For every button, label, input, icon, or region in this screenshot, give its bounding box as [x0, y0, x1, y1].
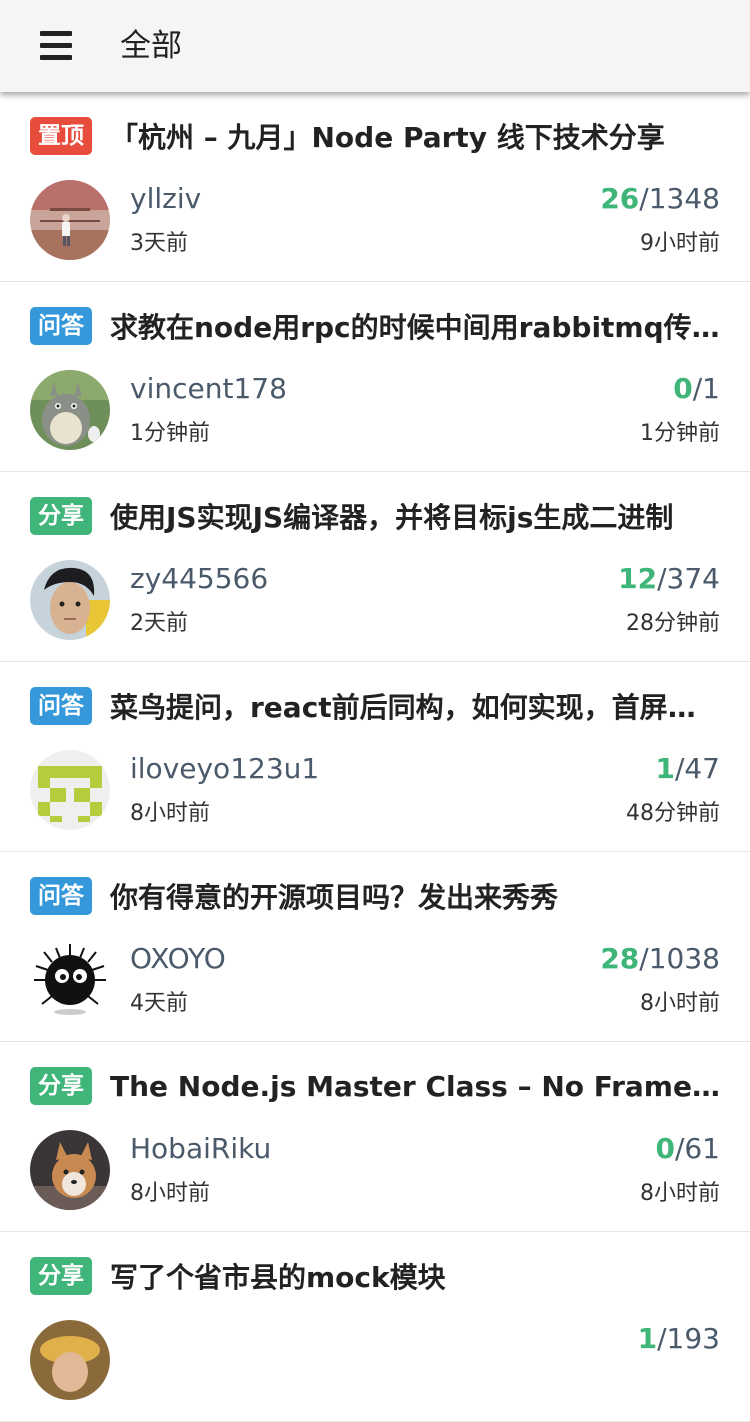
hamburger-icon: [40, 31, 72, 60]
topic-title-row: 问答 菜鸟提问，react前后同构，如何实现，首屏渲染的问题: [30, 686, 720, 726]
visit-count: /374: [657, 562, 720, 595]
author-name[interactable]: yllziv: [130, 182, 201, 215]
dog-photo-avatar-icon: [30, 1130, 110, 1210]
visit-count: /1038: [639, 942, 720, 975]
reply-count: 1: [655, 752, 675, 785]
reply-visit-count: 0/1: [673, 372, 720, 405]
last-reply-time: 48分钟前: [626, 801, 720, 826]
visit-count: /1: [692, 372, 720, 405]
reply-count: 12: [618, 562, 658, 595]
reply-visit-count: 12/374: [618, 562, 720, 595]
topic-title-row: 分享 写了个省市县的mock模块: [30, 1256, 720, 1296]
topic-title[interactable]: The Node.js Master Class – No Frameworks…: [110, 1070, 720, 1103]
top-bar: 全部: [0, 0, 750, 92]
reply-count: 1: [637, 1322, 658, 1355]
avatar[interactable]: [30, 940, 110, 1020]
tag-badge-share: 分享: [30, 1067, 92, 1105]
topic-title-row: 分享 使用JS实现JS编译器，并将目标js生成二进制: [30, 496, 720, 536]
visit-count: /47: [674, 752, 720, 785]
created-time: 8小时前: [130, 1181, 210, 1206]
topic-item[interactable]: 分享 使用JS实现JS编译器，并将目标js生成二进制 zy445566 2天前 …: [0, 472, 750, 662]
tag-badge-ask: 问答: [30, 307, 92, 345]
tag-badge-share: 分享: [30, 1257, 92, 1295]
created-time: 2天前: [130, 611, 188, 636]
tag-badge-share: 分享: [30, 497, 92, 535]
topic-title-row: 置顶 「杭州 – 九月」Node Party 线下技术分享: [30, 116, 720, 156]
reply-visit-count: 1/193: [638, 1322, 720, 1355]
reply-count: 0: [673, 372, 693, 405]
topic-title-row: 分享 The Node.js Master Class – No Framewo…: [30, 1066, 720, 1106]
last-reply-time: 9小时前: [640, 231, 720, 256]
avatar[interactable]: [30, 750, 110, 830]
author-name[interactable]: zy445566: [130, 562, 268, 595]
totoro-avatar-icon: [30, 370, 110, 450]
soot-sprite-avatar-icon: [30, 940, 110, 1020]
last-reply-time: 1分钟前: [640, 421, 720, 446]
topic-title-row: 问答 求教在node用rpc的时候中间用rabbitmq传递数据的问题: [30, 306, 720, 346]
created-time: 1分钟前: [130, 421, 210, 446]
author-name[interactable]: vincent178: [130, 372, 287, 405]
avatar[interactable]: [30, 370, 110, 450]
reply-visit-count: 26/1348: [600, 182, 720, 215]
topic-item[interactable]: 问答 菜鸟提问，react前后同构，如何实现，首屏渲染的问题 iloveyo12…: [0, 662, 750, 852]
topic-title[interactable]: 菜鸟提问，react前后同构，如何实现，首屏渲染的问题: [110, 686, 720, 726]
author-name[interactable]: HobaiRiku: [130, 1132, 271, 1165]
topic-title[interactable]: 求教在node用rpc的时候中间用rabbitmq传递数据的问题: [110, 306, 720, 346]
created-time: 8小时前: [130, 801, 210, 826]
avatar[interactable]: [30, 180, 110, 260]
topic-item[interactable]: 分享 写了个省市县的mock模块 1/193: [0, 1232, 750, 1422]
topic-item[interactable]: 分享 The Node.js Master Class – No Framewo…: [0, 1042, 750, 1232]
user-photo-icon: [30, 1320, 110, 1400]
author-name[interactable]: OXOYO: [130, 942, 226, 975]
reply-visit-count: 1/47: [655, 752, 720, 785]
reply-count: 26: [600, 182, 640, 215]
tag-badge-ask: 问答: [30, 687, 92, 725]
author-name[interactable]: iloveyo123u1: [130, 752, 319, 785]
reply-visit-count: 0/61: [655, 1132, 720, 1165]
reply-visit-count: 28/1038: [600, 942, 720, 975]
topic-item[interactable]: 问答 求教在node用rpc的时候中间用rabbitmq传递数据的问题 vinc…: [0, 282, 750, 472]
last-reply-time: 8小时前: [640, 991, 720, 1016]
reply-count: 0: [655, 1132, 675, 1165]
topic-title[interactable]: 写了个省市县的mock模块: [110, 1256, 720, 1296]
tag-badge-top: 置顶: [30, 117, 92, 155]
topic-title[interactable]: 使用JS实现JS编译器，并将目标js生成二进制: [110, 496, 720, 536]
reply-count: 28: [600, 942, 640, 975]
identicon-avatar-icon: [30, 750, 110, 830]
tag-badge-ask: 问答: [30, 877, 92, 915]
created-time: 4天前: [130, 991, 188, 1016]
topic-title[interactable]: 你有得意的开源项目吗？发出来秀秀: [110, 876, 720, 916]
page-title: 全部: [120, 28, 182, 64]
topic-title-row: 问答 你有得意的开源项目吗？发出来秀秀: [30, 876, 720, 916]
topic-title[interactable]: 「杭州 – 九月」Node Party 线下技术分享: [110, 116, 720, 156]
last-reply-time: 8小时前: [640, 1181, 720, 1206]
user-photo-icon: [30, 180, 110, 260]
user-photo-icon: [30, 560, 110, 640]
visit-count: /193: [657, 1322, 720, 1355]
avatar[interactable]: [30, 560, 110, 640]
menu-button[interactable]: [24, 22, 88, 70]
visit-count: /61: [674, 1132, 720, 1165]
avatar[interactable]: [30, 1320, 110, 1400]
visit-count: /1348: [639, 182, 720, 215]
topic-item[interactable]: 置顶 「杭州 – 九月」Node Party 线下技术分享 yllziv 3天前…: [0, 92, 750, 282]
created-time: 3天前: [130, 231, 188, 256]
last-reply-time: 28分钟前: [626, 611, 720, 636]
avatar[interactable]: [30, 1130, 110, 1210]
topic-list: 置顶 「杭州 – 九月」Node Party 线下技术分享 yllziv 3天前…: [0, 92, 750, 1422]
topic-item[interactable]: 问答 你有得意的开源项目吗？发出来秀秀 OXOYO 4天前 28/1038 8小…: [0, 852, 750, 1042]
